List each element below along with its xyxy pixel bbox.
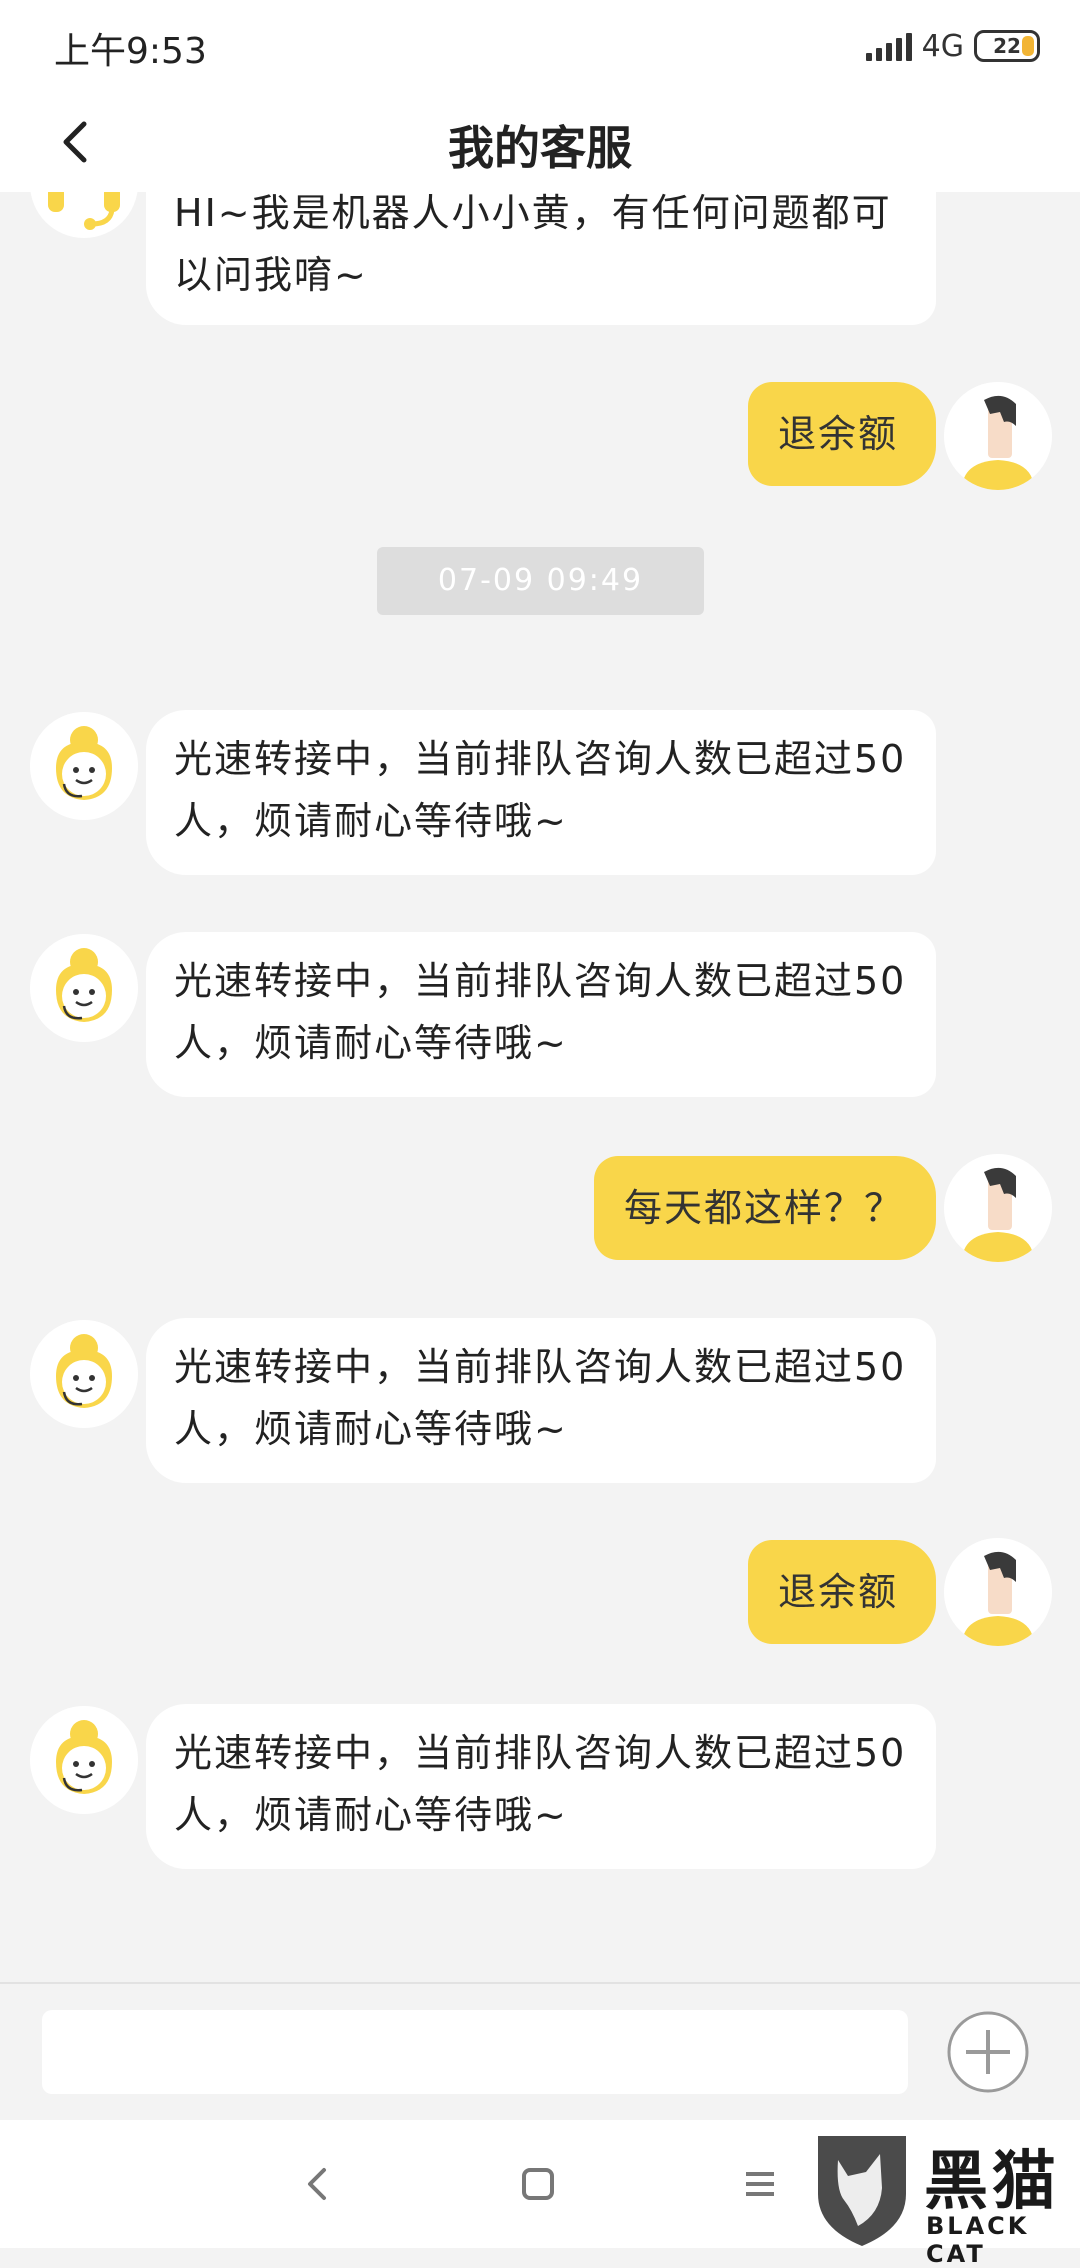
battery-icon: 22	[974, 30, 1040, 62]
message-bubble: 光速转接中，当前排队咨询人数已超过50人，烦请耐心等待哦~	[146, 710, 936, 875]
agent-avatar	[30, 934, 138, 1042]
user-avatar	[944, 1154, 1052, 1262]
plus-button[interactable]	[946, 2010, 1030, 2094]
nav-menu-button[interactable]	[730, 2154, 790, 2214]
agent-avatar	[30, 712, 138, 820]
watermark-text: 黑猫	[924, 2145, 1060, 2219]
message-bubble: 退余额	[748, 382, 936, 486]
page-title: 我的客服	[448, 121, 632, 175]
message-input[interactable]	[42, 2010, 908, 2094]
watermark: 黑猫 BLACK CAT	[808, 2130, 1080, 2268]
nav-back-button[interactable]	[288, 2154, 348, 2214]
headset-icon	[48, 192, 120, 230]
status-bar: 上午9:53 4G 22	[0, 0, 1080, 90]
user-avatar	[944, 382, 1052, 490]
chat-area[interactable]: HI~我是机器人小小黄，有任何问题都可以问我唷~ 退余额 07-09 09:49	[0, 192, 1080, 1982]
watermark-subtext: BLACK CAT	[926, 2212, 1030, 2268]
message-bubble: HI~我是机器人小小黄，有任何问题都可以问我唷~	[146, 192, 936, 325]
nav-home-icon	[522, 2168, 554, 2200]
plus-circle-icon	[947, 2011, 1029, 2093]
timestamp: 07-09 09:49	[377, 547, 704, 615]
user-avatar	[944, 1538, 1052, 1646]
message-bubble: 光速转接中，当前排队咨询人数已超过50人，烦请耐心等待哦~	[146, 932, 936, 1097]
status-time: 上午9:53	[54, 31, 207, 72]
title-bar: 我的客服	[0, 90, 1080, 192]
message-bubble: 退余额	[748, 1540, 936, 1644]
nav-back-icon	[308, 2168, 326, 2200]
black-cat-logo-icon	[818, 2136, 906, 2246]
nav-menu-icon	[746, 2172, 774, 2196]
network-type: 4G	[921, 28, 964, 64]
message-bubble: 光速转接中，当前排队咨询人数已超过50人，烦请耐心等待哦~	[146, 1704, 936, 1869]
message-bubble: 光速转接中，当前排队咨询人数已超过50人，烦请耐心等待哦~	[146, 1318, 936, 1483]
bot-avatar	[30, 192, 138, 238]
agent-avatar	[30, 1320, 138, 1428]
battery-level: 22	[993, 34, 1021, 58]
input-bar	[0, 1982, 1080, 2120]
status-indicators: 4G 22	[865, 24, 1040, 68]
signal-icon	[865, 31, 912, 61]
message-bubble: 每天都这样？？	[594, 1156, 936, 1260]
nav-home-button[interactable]	[508, 2154, 568, 2214]
agent-avatar	[30, 1706, 138, 1814]
